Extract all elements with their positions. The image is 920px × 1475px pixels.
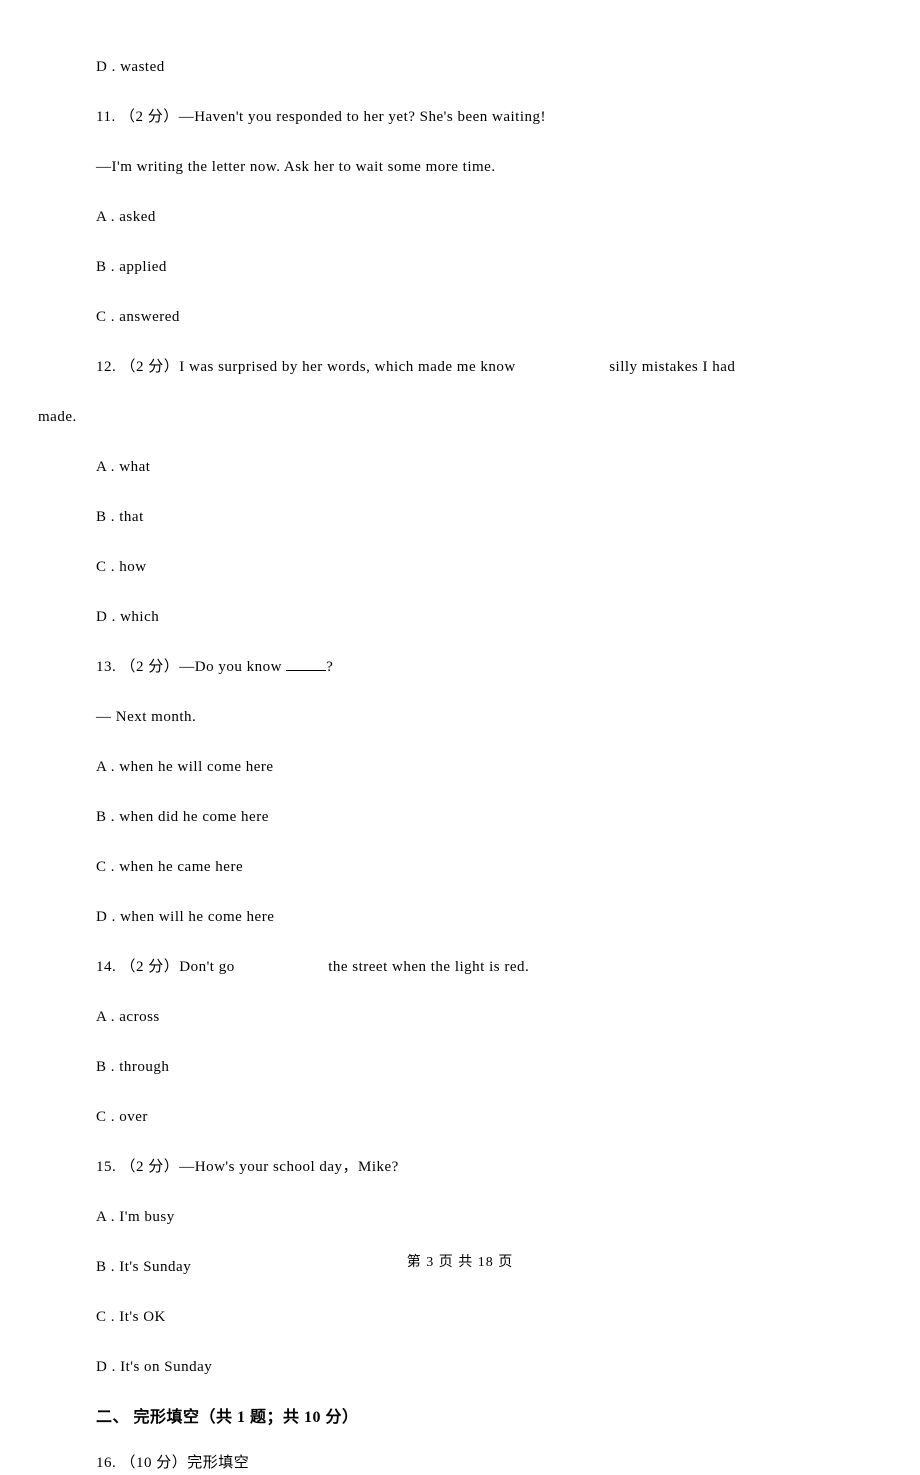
q14-stem-pre: 14. （2 分）Don't go — [96, 959, 239, 975]
q14-stem: 14. （2 分）Don't go the street when the li… — [38, 955, 882, 979]
q15-stem: 15. （2 分）—How's your school day，Mike? — [38, 1155, 882, 1179]
q11-option-c: C . answered — [38, 305, 882, 329]
q13-option-d: D . when will he come here — [38, 905, 882, 929]
q11-option-b: B . applied — [38, 255, 882, 279]
q15-option-a: A . I'm busy — [38, 1205, 882, 1229]
q16-stem: 16. （10 分）完形填空 — [38, 1451, 882, 1475]
q12-stem-post: silly mistakes I had — [605, 359, 736, 375]
q12-option-d: D . which — [38, 605, 882, 629]
q12-option-a: A . what — [38, 455, 882, 479]
q14-option-b: B . through — [38, 1055, 882, 1079]
q13-stem: 13. （2 分）—Do you know ? — [38, 655, 882, 679]
q13-option-a: A . when he will come here — [38, 755, 882, 779]
section-2-title: 二、 完形填空（共 1 题；共 10 分） — [38, 1405, 882, 1431]
q12-option-b: B . that — [38, 505, 882, 529]
q10-option-d: D . wasted — [38, 55, 882, 79]
q11-line2: —I'm writing the letter now. Ask her to … — [38, 155, 882, 179]
q13-option-c: C . when he came here — [38, 855, 882, 879]
q13-option-b: B . when did he come here — [38, 805, 882, 829]
q13-line2: — Next month. — [38, 705, 882, 729]
q13-stem-post: ? — [326, 659, 333, 675]
q13-blank — [286, 655, 326, 671]
q14-option-c: C . over — [38, 1105, 882, 1129]
q11-stem: 11. （2 分）—Haven't you responded to her y… — [38, 105, 882, 129]
q12-stem: 12. （2 分）I was surprised by her words, w… — [38, 355, 882, 379]
q14-stem-post: the street when the light is red. — [324, 959, 529, 975]
q14-option-a: A . across — [38, 1005, 882, 1029]
page-footer: 第 3 页 共 18 页 — [0, 1252, 920, 1274]
q12-stem-pre: 12. （2 分）I was surprised by her words, w… — [96, 359, 520, 375]
q15-option-c: C . It's OK — [38, 1305, 882, 1329]
q11-option-a: A . asked — [38, 205, 882, 229]
q13-stem-pre: 13. （2 分）—Do you know — [96, 659, 286, 675]
q12-option-c: C . how — [38, 555, 882, 579]
q12-cont: made. — [38, 405, 882, 429]
q15-option-d: D . It's on Sunday — [38, 1355, 882, 1379]
